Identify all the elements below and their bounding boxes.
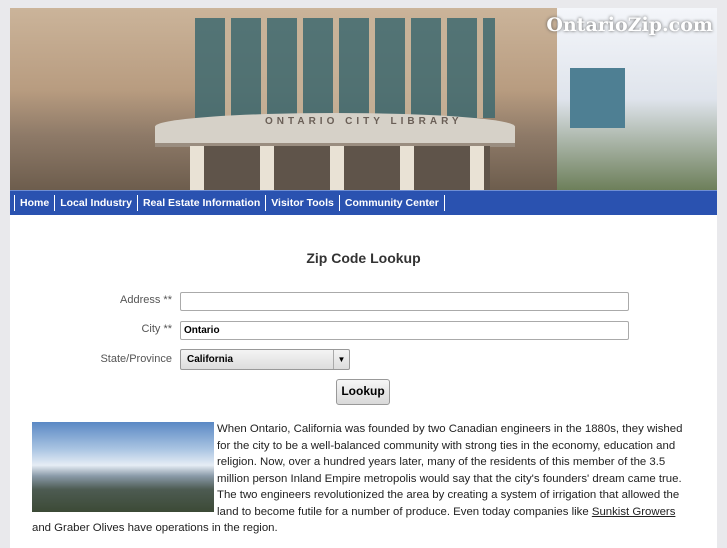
article-body-end: and Graber Olives have operations in the… — [32, 522, 278, 534]
article-body: When Ontario, California was founded by … — [217, 423, 683, 518]
page: ONTARIO CITY LIBRARY OntarioZip.com Home… — [10, 8, 717, 548]
state-select[interactable]: California ▼ — [180, 349, 350, 370]
state-value: California — [187, 354, 234, 365]
chevron-down-icon[interactable]: ▼ — [333, 350, 349, 369]
nav-visitor-tools[interactable]: Visitor Tools — [265, 195, 339, 211]
city-label: City ** — [141, 323, 172, 335]
state-label: State/Province — [100, 353, 172, 365]
site-logo[interactable]: OntarioZip.com — [546, 14, 713, 36]
city-input[interactable]: Ontario — [180, 321, 629, 340]
mountain-photo — [32, 422, 214, 512]
main-nav: Home Local Industry Real Estate Informat… — [10, 190, 717, 215]
nav-home[interactable]: Home — [14, 195, 54, 211]
sunkist-link[interactable]: Sunkist Growers — [592, 506, 676, 518]
lookup-button[interactable]: Lookup — [336, 379, 390, 405]
nav-local-industry[interactable]: Local Industry — [54, 195, 137, 211]
page-title: Zip Code Lookup — [306, 250, 421, 266]
address-input[interactable] — [180, 292, 629, 311]
address-label: Address ** — [120, 294, 172, 306]
header-banner: ONTARIO CITY LIBRARY OntarioZip.com — [10, 8, 717, 190]
article-text: When Ontario, California was founded by … — [32, 421, 692, 537]
nav-real-estate[interactable]: Real Estate Information — [136, 195, 265, 211]
library-sign: ONTARIO CITY LIBRARY — [265, 116, 463, 127]
nav-community-center[interactable]: Community Center — [338, 195, 445, 211]
